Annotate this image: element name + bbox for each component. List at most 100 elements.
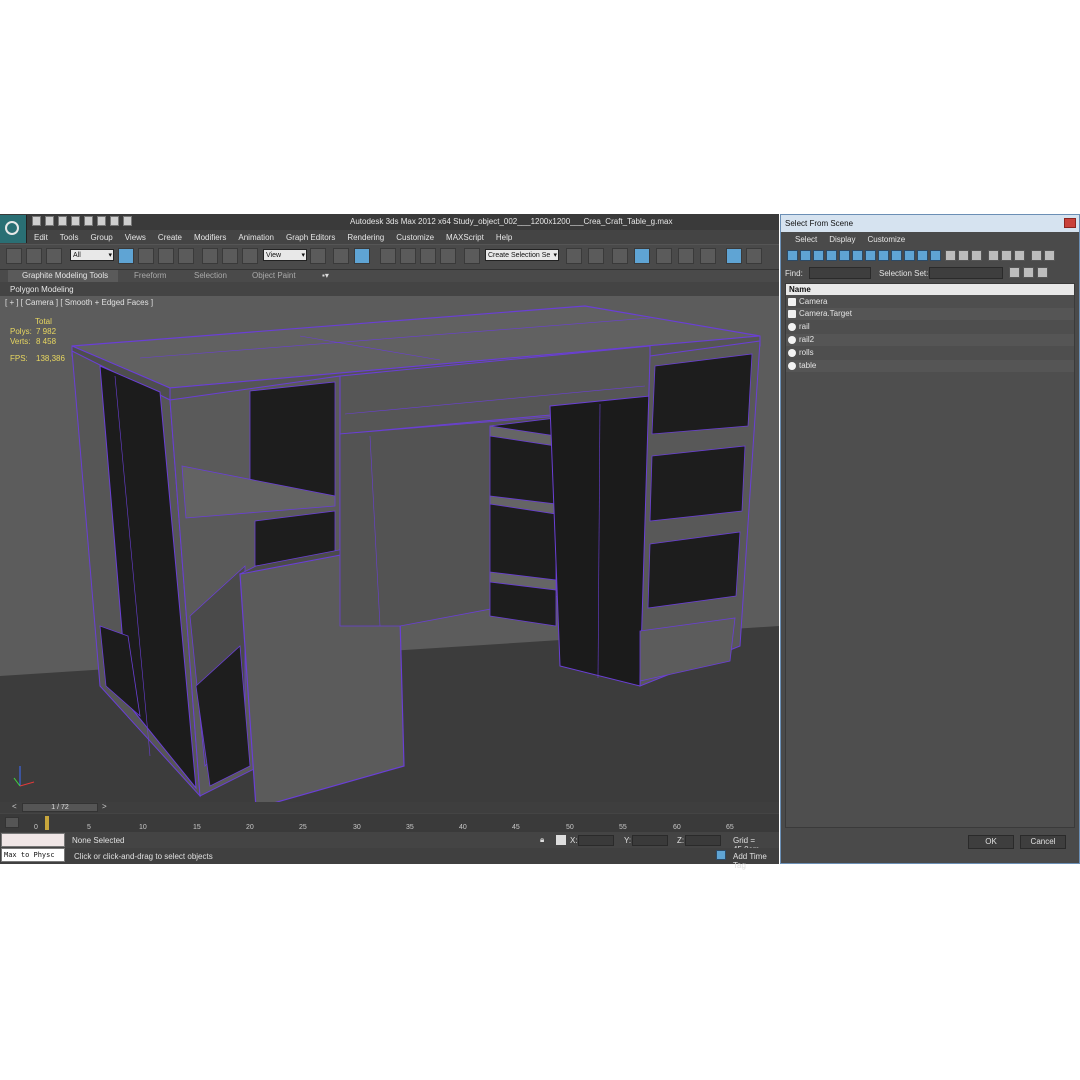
menu-graph-editors[interactable]: Graph Editors bbox=[280, 231, 341, 244]
display-invert-icon[interactable] bbox=[971, 250, 982, 261]
lock-selection-icon[interactable]: 🔒︎ bbox=[540, 835, 544, 845]
list-item[interactable]: rail bbox=[786, 321, 1074, 333]
redo-icon[interactable] bbox=[84, 216, 93, 226]
filter-icon[interactable] bbox=[1031, 250, 1042, 261]
select-by-name-icon[interactable] bbox=[138, 248, 154, 264]
dialog-menu-display[interactable]: Display bbox=[823, 233, 861, 246]
unlink-icon[interactable] bbox=[26, 248, 42, 264]
select-and-move-icon[interactable] bbox=[202, 248, 218, 264]
column-header-name[interactable]: Name bbox=[786, 284, 1074, 295]
save-file-icon[interactable] bbox=[58, 216, 67, 226]
display-all-icon[interactable] bbox=[945, 250, 956, 261]
absolute-mode-icon[interactable] bbox=[556, 835, 566, 845]
menu-rendering[interactable]: Rendering bbox=[341, 231, 390, 244]
menu-animation[interactable]: Animation bbox=[232, 231, 280, 244]
track-bar[interactable]: 0 5 10 15 20 25 30 35 40 45 50 55 60 65 bbox=[0, 814, 779, 832]
menu-group[interactable]: Group bbox=[84, 231, 118, 244]
named-selection-set-dropdown[interactable]: Create Selection Se bbox=[485, 249, 559, 262]
display-xrefs-icon[interactable] bbox=[878, 250, 889, 261]
display-bones-icon[interactable] bbox=[891, 250, 902, 261]
polygon-modeling-panel[interactable]: Polygon Modeling bbox=[10, 285, 74, 294]
select-object-icon[interactable] bbox=[118, 248, 134, 264]
select-and-rotate-icon[interactable] bbox=[222, 248, 238, 264]
angle-snap-icon[interactable] bbox=[400, 248, 416, 264]
selection-set-dropdown[interactable] bbox=[929, 267, 1003, 279]
list-item[interactable]: rolls bbox=[786, 347, 1074, 359]
z-coordinate-field[interactable] bbox=[685, 835, 721, 846]
ribbon-options-icon[interactable]: ▪▾ bbox=[322, 270, 336, 282]
display-none-icon[interactable] bbox=[958, 250, 969, 261]
menu-tools[interactable]: Tools bbox=[54, 231, 85, 244]
mirror-icon[interactable] bbox=[566, 248, 582, 264]
spinner-snap-icon[interactable] bbox=[440, 248, 456, 264]
material-editor-icon[interactable] bbox=[700, 248, 716, 264]
menu-edit[interactable]: Edit bbox=[28, 231, 54, 244]
app-logo-button[interactable] bbox=[0, 215, 27, 243]
display-hidden-icon[interactable] bbox=[930, 250, 941, 261]
menu-help[interactable]: Help bbox=[490, 231, 518, 244]
list-item[interactable]: table bbox=[786, 360, 1074, 372]
filter-options-icon[interactable] bbox=[1044, 250, 1055, 261]
display-shapes-icon[interactable] bbox=[800, 250, 811, 261]
viewport-label[interactable]: [ + ] [ Camera ] [ Smooth + Edged Faces … bbox=[5, 298, 153, 307]
add-time-tag-button[interactable]: Add Time Tag bbox=[733, 852, 779, 870]
selection-set-add-icon[interactable] bbox=[1009, 267, 1020, 278]
camera-viewport[interactable]: [ + ] [ Camera ] [ Smooth + Edged Faces … bbox=[0, 296, 779, 802]
mini-curve-editor-icon[interactable] bbox=[5, 817, 19, 828]
time-prev-icon[interactable]: < bbox=[12, 802, 17, 811]
select-invert-icon[interactable] bbox=[1014, 250, 1025, 261]
rendered-frame-window-icon[interactable] bbox=[746, 248, 762, 264]
fetch-icon[interactable] bbox=[110, 216, 119, 226]
render-setup-icon[interactable] bbox=[726, 248, 742, 264]
time-next-icon[interactable]: > bbox=[102, 802, 107, 811]
tab-selection[interactable]: Selection bbox=[194, 270, 227, 282]
time-slider[interactable]: < 1 / 72 > bbox=[0, 802, 779, 813]
undo-icon[interactable] bbox=[71, 216, 80, 226]
percent-snap-icon[interactable] bbox=[420, 248, 436, 264]
curve-editor-icon[interactable] bbox=[656, 248, 672, 264]
graphite-toggle-icon[interactable] bbox=[634, 248, 650, 264]
window-crossing-icon[interactable] bbox=[178, 248, 194, 264]
select-none-icon[interactable] bbox=[1001, 250, 1012, 261]
menu-views[interactable]: Views bbox=[119, 231, 152, 244]
display-geometry-icon[interactable] bbox=[787, 250, 798, 261]
list-item[interactable]: rail2 bbox=[786, 334, 1074, 346]
display-frozen-icon[interactable] bbox=[917, 250, 928, 261]
selection-set-remove-icon[interactable] bbox=[1023, 267, 1034, 278]
edit-named-selection-icon[interactable] bbox=[464, 248, 480, 264]
selection-set-select-icon[interactable] bbox=[1037, 267, 1048, 278]
display-lights-icon[interactable] bbox=[813, 250, 824, 261]
time-tag-icon[interactable] bbox=[716, 850, 726, 860]
select-manipulate-icon[interactable] bbox=[333, 248, 349, 264]
dialog-menu-select[interactable]: Select bbox=[781, 233, 823, 246]
scene-object-list[interactable]: Name Camera Camera.Target rail rail2 rol… bbox=[785, 283, 1075, 828]
layer-manager-icon[interactable] bbox=[612, 248, 628, 264]
list-item[interactable]: Camera.Target bbox=[786, 308, 1074, 320]
schematic-view-icon[interactable] bbox=[678, 248, 694, 264]
select-and-scale-icon[interactable] bbox=[242, 248, 258, 264]
find-input[interactable] bbox=[809, 267, 871, 279]
selection-filter-dropdown[interactable]: All bbox=[70, 249, 114, 262]
tab-object-paint[interactable]: Object Paint bbox=[252, 270, 296, 282]
menu-modifiers[interactable]: Modifiers bbox=[188, 231, 232, 244]
dialog-menu-customize[interactable]: Customize bbox=[861, 233, 911, 246]
ok-button[interactable]: OK bbox=[968, 835, 1014, 849]
menu-create[interactable]: Create bbox=[152, 231, 188, 244]
align-icon[interactable] bbox=[588, 248, 604, 264]
select-and-link-icon[interactable] bbox=[6, 248, 22, 264]
menu-maxscript[interactable]: MAXScript bbox=[440, 231, 490, 244]
reference-coordinate-dropdown[interactable]: View bbox=[263, 249, 307, 262]
display-cameras-icon[interactable] bbox=[826, 250, 837, 261]
display-groups-icon[interactable] bbox=[865, 250, 876, 261]
project-folder-icon[interactable] bbox=[123, 216, 132, 226]
select-all-icon[interactable] bbox=[988, 250, 999, 261]
pivot-center-icon[interactable] bbox=[310, 248, 326, 264]
hold-icon[interactable] bbox=[97, 216, 106, 226]
rectangular-selection-icon[interactable] bbox=[158, 248, 174, 264]
y-coordinate-field[interactable] bbox=[632, 835, 668, 846]
dialog-title-bar[interactable]: Select From Scene bbox=[781, 215, 1079, 232]
display-containers-icon[interactable] bbox=[904, 250, 915, 261]
bind-to-space-warp-icon[interactable] bbox=[46, 248, 62, 264]
maxscript-mini-listener[interactable]: Max to Physc bbox=[1, 848, 65, 862]
keyboard-shortcut-override-icon[interactable] bbox=[354, 248, 370, 264]
